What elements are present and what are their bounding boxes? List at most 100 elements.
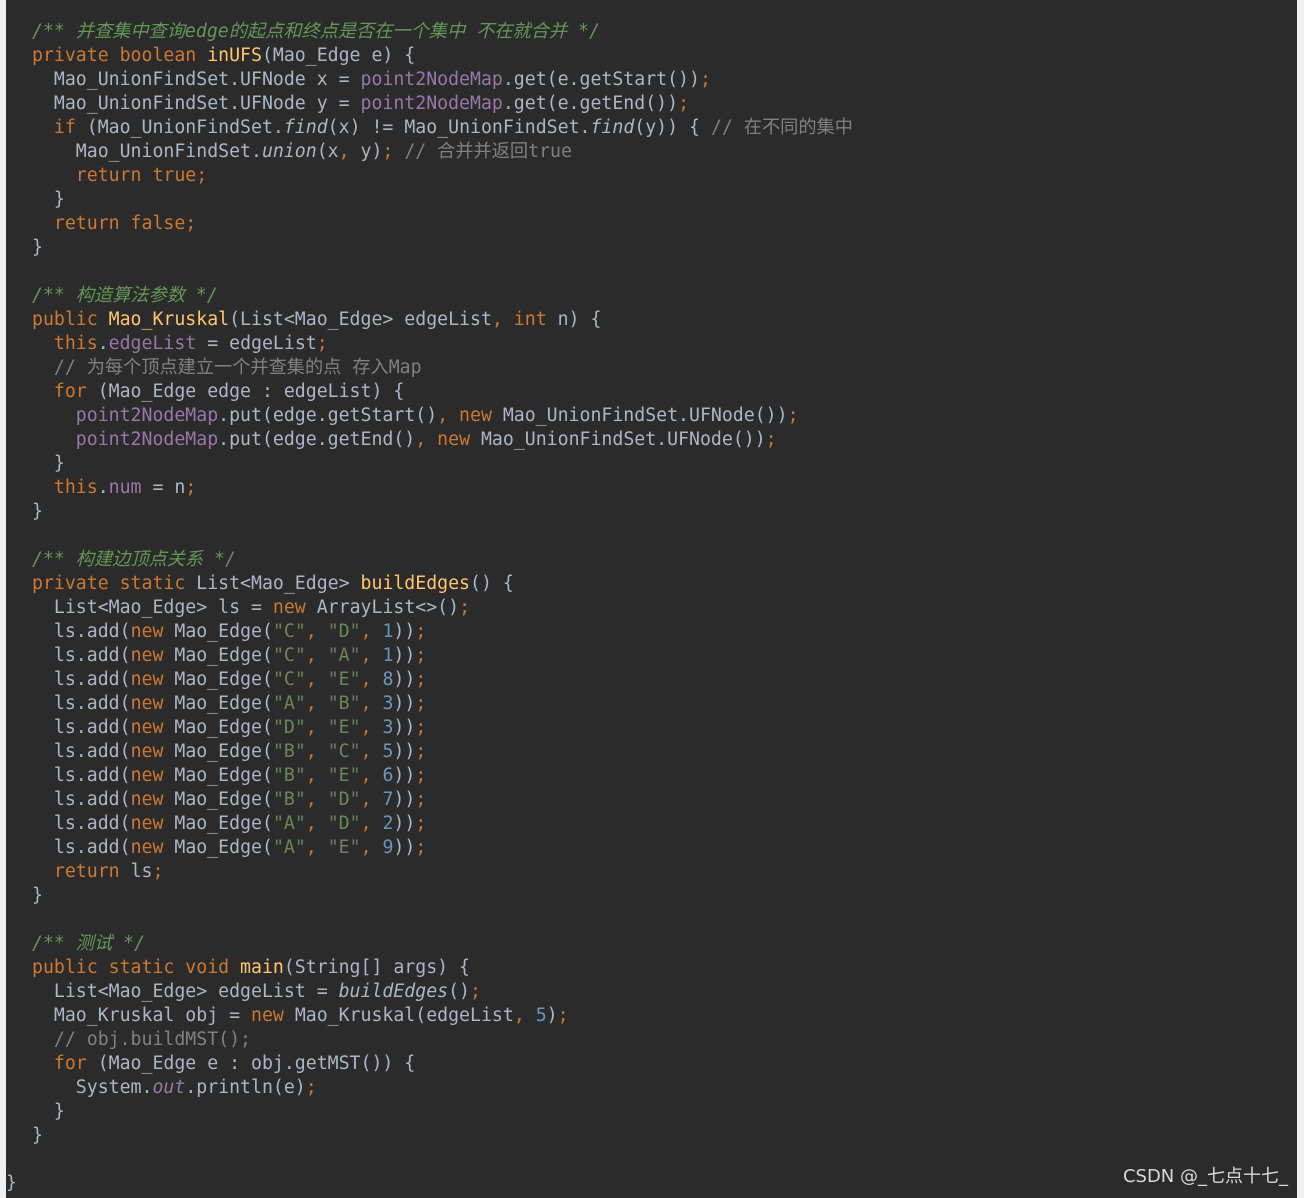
code-token: buildEdges xyxy=(338,981,449,1002)
code-token: y) xyxy=(360,141,383,162)
code-token: (Mao_UnionFindSet. xyxy=(86,117,284,138)
code-token: } xyxy=(32,1101,65,1122)
code-token: 3 xyxy=(382,693,394,714)
code-token: Mao_UnionFindSet.UFNode()) xyxy=(502,405,788,426)
code-line: } xyxy=(32,452,853,476)
code-token: )) xyxy=(393,837,416,858)
code-token: new xyxy=(130,645,175,666)
code-token: , new xyxy=(415,429,481,450)
code-token: "D" xyxy=(327,813,361,834)
code-token: 2 xyxy=(382,813,394,834)
code-token: // 在不同的集中 xyxy=(710,117,853,138)
code-token: ; xyxy=(470,981,481,1002)
code-token: 9 xyxy=(382,837,394,858)
code-line: // 为每个顶点建立一个并查集的点 存入Map xyxy=(32,356,853,380)
code-token: Mao_Edge( xyxy=(174,621,273,642)
code-token: . xyxy=(97,477,109,498)
code-token: , xyxy=(360,789,383,810)
code-token: // 合并并返回true xyxy=(404,141,572,162)
code-line: return false; xyxy=(32,212,853,236)
code-token: // obj.buildMST(); xyxy=(32,1029,251,1050)
code-token: ; xyxy=(415,837,427,858)
code-line: public Mao_Kruskal(List<Mao_Edge> edgeLi… xyxy=(32,308,853,332)
code-token: ; xyxy=(415,669,427,690)
code-line: /** 并查集中查询edge的起点和终点是否在一个集中 不在就合并 */ xyxy=(32,20,853,44)
code-line: } xyxy=(32,236,853,260)
code-token: ; xyxy=(415,621,427,642)
code-token: .get(e.getEnd()) xyxy=(502,93,679,114)
code-token: if xyxy=(32,117,87,138)
code-line: for (Mao_Edge e : obj.getMST()) { xyxy=(32,1052,853,1076)
code-token: } xyxy=(32,501,43,522)
code-line: /** 构建边顶点关系 */ xyxy=(32,548,853,572)
code-token: , xyxy=(360,621,383,642)
code-token: ; xyxy=(152,861,164,882)
code-token: 7 xyxy=(382,789,394,810)
code-token: (x xyxy=(316,141,339,162)
code-token: Mao_Kruskal(edgeList xyxy=(294,1005,514,1026)
code-token: Mao_UnionFindSet.UFNode()) xyxy=(480,429,766,450)
code-editor: /** 并查集中查询edge的起点和终点是否在一个集中 不在就合并 */priv… xyxy=(6,0,1297,1198)
code-token: "C" xyxy=(272,645,306,666)
code-line: private boolean inUFS(Mao_Edge e) { xyxy=(32,44,853,68)
code-token: , xyxy=(305,717,328,738)
code-token: 5 xyxy=(535,1005,547,1026)
code-token: "B" xyxy=(327,693,361,714)
code-token: new xyxy=(130,621,175,642)
code-line: ls.add(new Mao_Edge("B", "C", 5)); xyxy=(32,740,853,764)
code-token: , xyxy=(305,621,328,642)
code-token: )) xyxy=(393,621,416,642)
code-token: .println(e) xyxy=(185,1077,306,1098)
code-line: this.num = n; xyxy=(32,476,853,500)
code-token: ; xyxy=(459,597,471,618)
code-token: "E" xyxy=(327,669,361,690)
code-token: , xyxy=(305,669,328,690)
code-token: "C" xyxy=(327,741,361,762)
code-token: inUFS xyxy=(207,45,262,66)
code-token: point2NodeMap xyxy=(32,429,219,450)
code-token: ls.add( xyxy=(32,621,131,642)
code-token: 1 xyxy=(382,621,394,642)
code-token: union xyxy=(261,141,317,162)
code-line: ls.add(new Mao_Edge("C", "E", 8)); xyxy=(32,668,853,692)
code-token: new xyxy=(130,669,175,690)
code-token: (x) != Mao_UnionFindSet. xyxy=(327,117,591,138)
code-token: new xyxy=(251,1005,295,1026)
code-line: Mao_UnionFindSet.UFNode y = point2NodeMa… xyxy=(32,92,853,116)
code-token: . xyxy=(97,333,109,354)
code-token: , xyxy=(305,789,328,810)
code-token: "C" xyxy=(272,669,306,690)
code-token: find xyxy=(283,117,328,138)
code-token: } xyxy=(32,189,65,210)
code-token: new xyxy=(130,741,175,762)
code-token: ls.add( xyxy=(32,837,131,858)
code-token: return true; xyxy=(32,165,208,186)
code-token: ls.add( xyxy=(32,669,131,690)
code-token: ) xyxy=(546,1005,558,1026)
code-token: List<Mao_Edge> ls = xyxy=(32,597,273,618)
code-token: new xyxy=(130,837,175,858)
code-token: Mao_Edge( xyxy=(174,669,273,690)
code-block: /** 并查集中查询edge的起点和终点是否在一个集中 不在就合并 */priv… xyxy=(32,20,853,1148)
code-line: ls.add(new Mao_Edge("C", "D", 1)); xyxy=(32,620,853,644)
code-line: /** 构造算法参数 */ xyxy=(32,284,853,308)
code-token: num xyxy=(108,477,142,498)
code-token: ls xyxy=(130,861,153,882)
code-token: , xyxy=(360,669,383,690)
code-token: ; xyxy=(699,69,711,90)
code-token: = edgeList xyxy=(196,333,317,354)
code-token: Mao_UnionFindSet.UFNode x = xyxy=(32,69,361,90)
code-token: "E" xyxy=(327,765,361,786)
code-token: new xyxy=(130,717,175,738)
code-token: new xyxy=(130,813,175,834)
code-line: for (Mao_Edge edge : edgeList) { xyxy=(32,380,853,404)
code-token: "B" xyxy=(272,765,306,786)
code-token: new xyxy=(130,693,175,714)
code-token: ; xyxy=(305,1077,317,1098)
code-token: Mao_UnionFindSet.UFNode y = xyxy=(32,93,361,114)
code-token: .get(e.getStart()) xyxy=(502,69,700,90)
code-token: , xyxy=(360,717,383,738)
code-token: "A" xyxy=(272,813,306,834)
code-token: List<Mao_Edge> xyxy=(196,573,361,594)
